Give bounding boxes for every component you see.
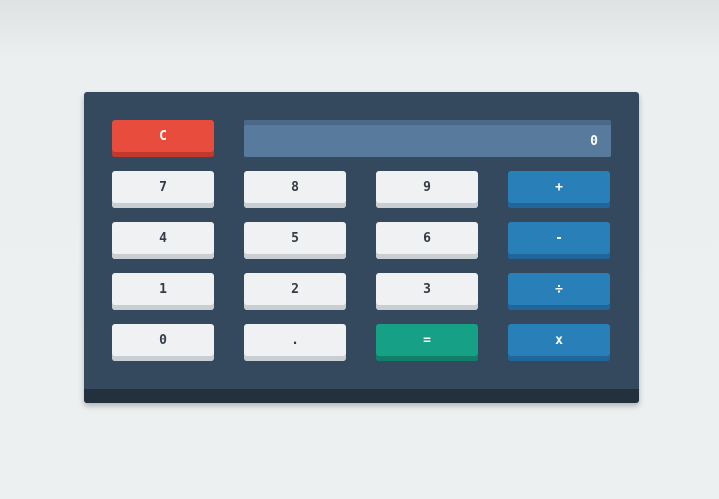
divide-button[interactable]: ÷ [508,273,610,310]
display-value: 0 [590,133,598,149]
digit-8-button[interactable]: 8 [244,171,346,208]
digit-4-button[interactable]: 4 [112,222,214,259]
digit-0-button[interactable]: 0 [112,324,214,361]
clear-button[interactable]: C [112,120,214,157]
digit-7-button[interactable]: 7 [112,171,214,208]
calculator: C 0 7 8 9 + 4 5 6 - 1 2 3 ÷ 0 . = x [84,92,639,403]
digit-2-button[interactable]: 2 [244,273,346,310]
digit-3-button[interactable]: 3 [376,273,478,310]
digit-6-button[interactable]: 6 [376,222,478,259]
digit-9-button[interactable]: 9 [376,171,478,208]
equals-button[interactable]: = [376,324,478,361]
calculator-footer [84,389,639,403]
subtract-button[interactable]: - [508,222,610,259]
decimal-button[interactable]: . [244,324,346,361]
calculator-display: 0 [244,120,611,157]
digit-5-button[interactable]: 5 [244,222,346,259]
digit-1-button[interactable]: 1 [112,273,214,310]
multiply-button[interactable]: x [508,324,610,361]
add-button[interactable]: + [508,171,610,208]
